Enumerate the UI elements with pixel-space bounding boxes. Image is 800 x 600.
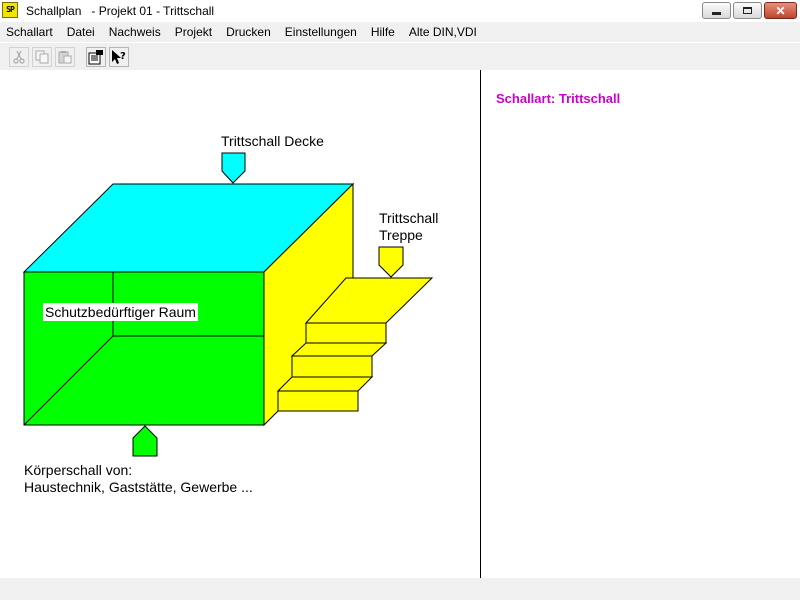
- scissors-icon: [13, 50, 25, 64]
- toolbar: ?: [0, 42, 800, 71]
- maximize-button[interactable]: [733, 2, 762, 19]
- context-help-icon: ?: [112, 50, 126, 64]
- properties-icon: [88, 50, 103, 65]
- title-bar: SP Schallplan - Projekt 01 - Trittschall…: [0, 0, 800, 23]
- minimize-icon: [712, 12, 721, 15]
- menu-bar: Schallart Datei Nachweis Projekt Drucken…: [0, 22, 800, 42]
- ceiling-marker-icon: [221, 152, 246, 184]
- properties-button[interactable]: [86, 47, 106, 67]
- status-bar: [0, 578, 800, 600]
- menu-einstellungen[interactable]: Einstellungen: [278, 22, 364, 42]
- label-stairs-line1: Trittschall: [379, 210, 439, 226]
- panel-divider[interactable]: [480, 70, 481, 578]
- svg-text:?: ?: [120, 51, 126, 62]
- close-button[interactable]: ✕: [764, 2, 797, 19]
- close-icon: ✕: [775, 3, 786, 18]
- label-room: Schutzbedürftiger Raum: [43, 303, 198, 321]
- cut-button[interactable]: [9, 47, 29, 67]
- minimize-button[interactable]: [702, 2, 731, 19]
- label-stairs-line2: Treppe: [379, 227, 423, 243]
- stairs-marker-icon: [378, 246, 404, 278]
- copy-button[interactable]: [32, 47, 52, 67]
- paste-icon: [58, 51, 72, 64]
- label-structure-line2: Haustechnik, Gaststätte, Gewerbe ...: [24, 479, 253, 495]
- window-title: Schallplan - Projekt 01 - Trittschall: [26, 4, 215, 18]
- app-logo-icon: SP: [2, 2, 18, 18]
- menu-hilfe[interactable]: Hilfe: [364, 22, 402, 42]
- structure-marker-icon: [132, 425, 158, 457]
- menu-alte-din-vdi[interactable]: Alte DIN,VDI: [402, 22, 484, 42]
- maximize-icon: [743, 7, 752, 14]
- room-face[interactable]: [23, 271, 265, 426]
- paste-button[interactable]: [55, 47, 75, 67]
- copy-icon: [35, 50, 49, 64]
- label-ceiling: Trittschall Decke: [221, 133, 324, 149]
- menu-datei[interactable]: Datei: [60, 22, 102, 42]
- context-help-button[interactable]: ?: [109, 47, 129, 67]
- menu-schallart[interactable]: Schallart: [0, 22, 60, 42]
- label-structure-line1: Körperschall von:: [24, 462, 133, 478]
- menu-nachweis[interactable]: Nachweis: [102, 22, 168, 42]
- menu-drucken[interactable]: Drucken: [219, 22, 278, 42]
- menu-projekt[interactable]: Projekt: [168, 22, 219, 42]
- main-canvas: Trittschall Decke Trittschall Treppe Sch…: [0, 70, 800, 578]
- schallart-heading: Schallart: Trittschall: [496, 91, 621, 106]
